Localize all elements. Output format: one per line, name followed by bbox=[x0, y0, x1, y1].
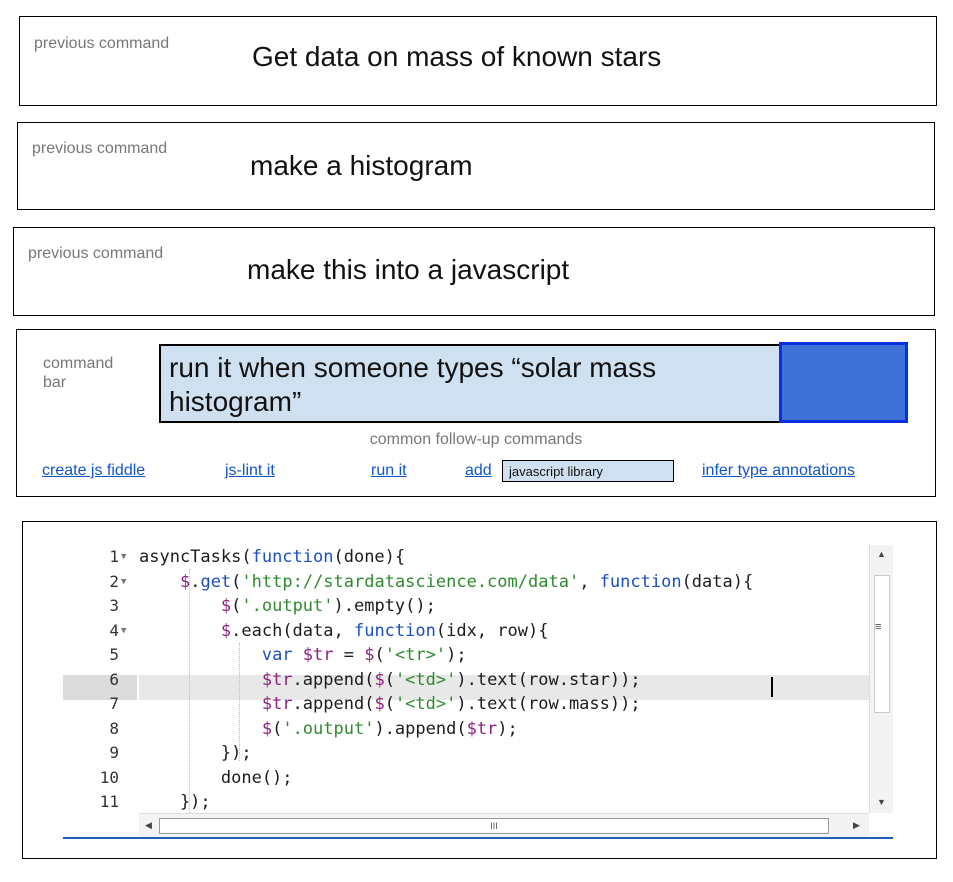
previous-command-label: previous command bbox=[32, 140, 168, 157]
code-line-4: $.each(data, function(idx, row){ bbox=[220, 620, 549, 641]
fold-arrow-icon[interactable]: ▼ bbox=[121, 619, 126, 644]
command-bar-label: command bar bbox=[43, 355, 114, 391]
code-line-6: $tr.append($('<td>').text(row.star)); bbox=[261, 669, 641, 690]
command-input[interactable]: run it when someone types “solar mass hi… bbox=[159, 344, 781, 423]
code-line-9: }); bbox=[139, 743, 252, 763]
line-number: 5 bbox=[109, 645, 119, 664]
fold-arrow-icon[interactable]: ▼ bbox=[121, 570, 126, 595]
followup-create-js-fiddle-link[interactable]: create js fiddle bbox=[42, 462, 145, 480]
followup-commands-heading: common follow-up commands bbox=[369, 431, 583, 448]
library-input[interactable] bbox=[502, 460, 674, 482]
horizontal-scroll-thumb[interactable]: III bbox=[159, 818, 829, 834]
code-editor[interactable]: 1 ▼ 2 ▼ 3 4 ▼ 5 6 7 8 9 10 11 asyncTasks(fu… bbox=[63, 545, 893, 839]
line-number: 4 bbox=[109, 620, 119, 640]
scroll-up-arrow-icon[interactable]: ▲ bbox=[877, 549, 886, 559]
vertical-scrollbar[interactable]: ▲ ≡ ▼ bbox=[869, 545, 893, 813]
line-number: 6 bbox=[109, 669, 119, 689]
code-line-10: done(); bbox=[139, 767, 293, 788]
line-number-gutter: 1 ▼ 2 ▼ 3 4 ▼ 5 6 7 8 9 10 11 bbox=[63, 545, 137, 813]
followup-run-it-link[interactable]: run it bbox=[371, 462, 407, 480]
fold-arrow-icon[interactable]: ▼ bbox=[121, 545, 126, 570]
code-line-8: $('.output').append($tr); bbox=[261, 718, 518, 739]
previous-command-label: previous command bbox=[28, 245, 164, 262]
line-number: 1 bbox=[109, 547, 119, 566]
line-number: 2 bbox=[109, 571, 119, 591]
code-line-3: $('.output').empty(); bbox=[220, 596, 436, 616]
code-line-7: $tr.append($('<td>').text(row.mass)); bbox=[261, 694, 641, 714]
line-number: 10 bbox=[99, 767, 119, 787]
horizontal-scrollbar[interactable]: ◀ III ▶ bbox=[139, 813, 869, 837]
scroll-thumb-grip-icon: ≡ bbox=[875, 621, 882, 633]
followup-add-link[interactable]: add bbox=[465, 462, 492, 480]
line-number: 7 bbox=[109, 694, 119, 713]
previous-command-card-1: previous command Get data on mass of kno… bbox=[19, 16, 937, 106]
code-line-5: var $tr = $('<tr>'); bbox=[261, 645, 467, 665]
scroll-left-arrow-icon[interactable]: ◀ bbox=[145, 820, 152, 831]
previous-command-text: make this into a javascript bbox=[247, 254, 570, 285]
followup-js-lint-link[interactable]: js-lint it bbox=[225, 462, 275, 480]
code-line-1: asyncTasks(function(done){ bbox=[139, 547, 406, 567]
command-bar-panel: command bar run it when someone types “s… bbox=[16, 329, 936, 497]
line-number: 11 bbox=[99, 792, 119, 811]
line-number: 3 bbox=[109, 596, 119, 615]
code-line-11: }); bbox=[139, 792, 211, 812]
followup-infer-type-annotations-link[interactable]: infer type annotations bbox=[702, 462, 855, 480]
scroll-right-arrow-icon[interactable]: ▶ bbox=[853, 820, 860, 831]
line-number: 9 bbox=[109, 743, 119, 762]
code-line-2: $.get('http://stardatascience.com/data',… bbox=[179, 571, 754, 592]
scroll-down-arrow-icon[interactable]: ▼ bbox=[877, 797, 886, 807]
previous-command-card-3: previous command make this into a javasc… bbox=[13, 227, 935, 316]
previous-command-card-2: previous command make a histogram bbox=[17, 122, 935, 210]
vertical-scroll-thumb[interactable] bbox=[874, 575, 890, 713]
previous-command-text: Get data on mass of known stars bbox=[252, 41, 662, 72]
code-area[interactable]: asyncTasks(function(done){ $.get('http:/… bbox=[139, 545, 869, 813]
line-number: 8 bbox=[109, 718, 119, 738]
previous-command-text: make a histogram bbox=[250, 150, 473, 181]
submit-button[interactable] bbox=[779, 342, 908, 423]
previous-command-label: previous command bbox=[34, 35, 170, 52]
code-editor-panel: 1 ▼ 2 ▼ 3 4 ▼ 5 6 7 8 9 10 11 asyncTasks(fu… bbox=[22, 521, 937, 859]
text-cursor bbox=[771, 677, 773, 697]
